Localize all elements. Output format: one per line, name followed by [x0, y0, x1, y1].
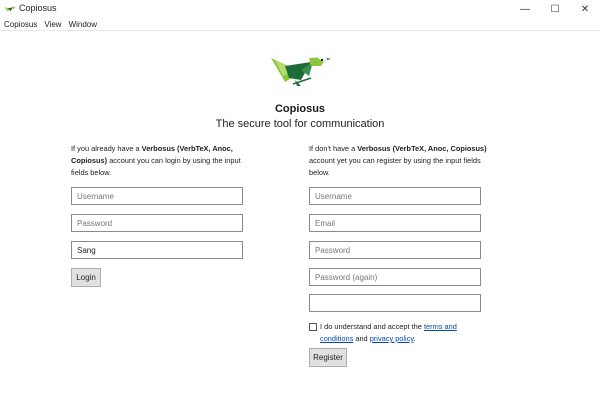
register-button[interactable]: Register: [309, 348, 347, 367]
title-bar: Copiosus — ☐ ✕: [0, 0, 600, 18]
menu-item-copiosus[interactable]: Copiosus: [4, 20, 37, 29]
window-controls: — ☐ ✕: [510, 0, 600, 18]
menu-item-window[interactable]: Window: [69, 20, 97, 29]
register-password-again-input[interactable]: [309, 268, 481, 286]
login-intro: If you already have a Verbosus (VerbTeX,…: [71, 144, 241, 177]
close-button[interactable]: ✕: [570, 0, 600, 18]
register-username-input[interactable]: [309, 187, 481, 205]
copiosus-logo-icon: [271, 57, 331, 86]
menu-item-view[interactable]: View: [44, 20, 61, 29]
login-password-input[interactable]: [71, 214, 243, 232]
app-bird-icon: [4, 6, 16, 12]
terms-text: I do understand and accept the terms and…: [320, 322, 457, 343]
app-tagline: The secure tool for communication: [215, 118, 385, 130]
app-name: Copiosus: [274, 103, 326, 115]
menu-bar: Copiosus View Window: [0, 18, 600, 30]
register-intro: If don't have a Verbosus (VerbTeX, Anoc,…: [309, 144, 487, 177]
login-username-input[interactable]: [71, 187, 243, 205]
register-email-input[interactable]: [309, 214, 481, 232]
privacy-link[interactable]: privacy policy: [370, 334, 414, 343]
maximize-button[interactable]: ☐: [540, 0, 570, 18]
register-extra-input[interactable]: [309, 294, 481, 312]
terms-checkbox[interactable]: [309, 323, 317, 331]
minimize-button[interactable]: —: [510, 0, 540, 18]
window-title: Copiosus: [19, 3, 57, 13]
login-button[interactable]: Login: [71, 268, 101, 287]
login-device-input[interactable]: [71, 241, 243, 259]
menu-divider: [0, 30, 600, 31]
register-password-input[interactable]: [309, 241, 481, 259]
